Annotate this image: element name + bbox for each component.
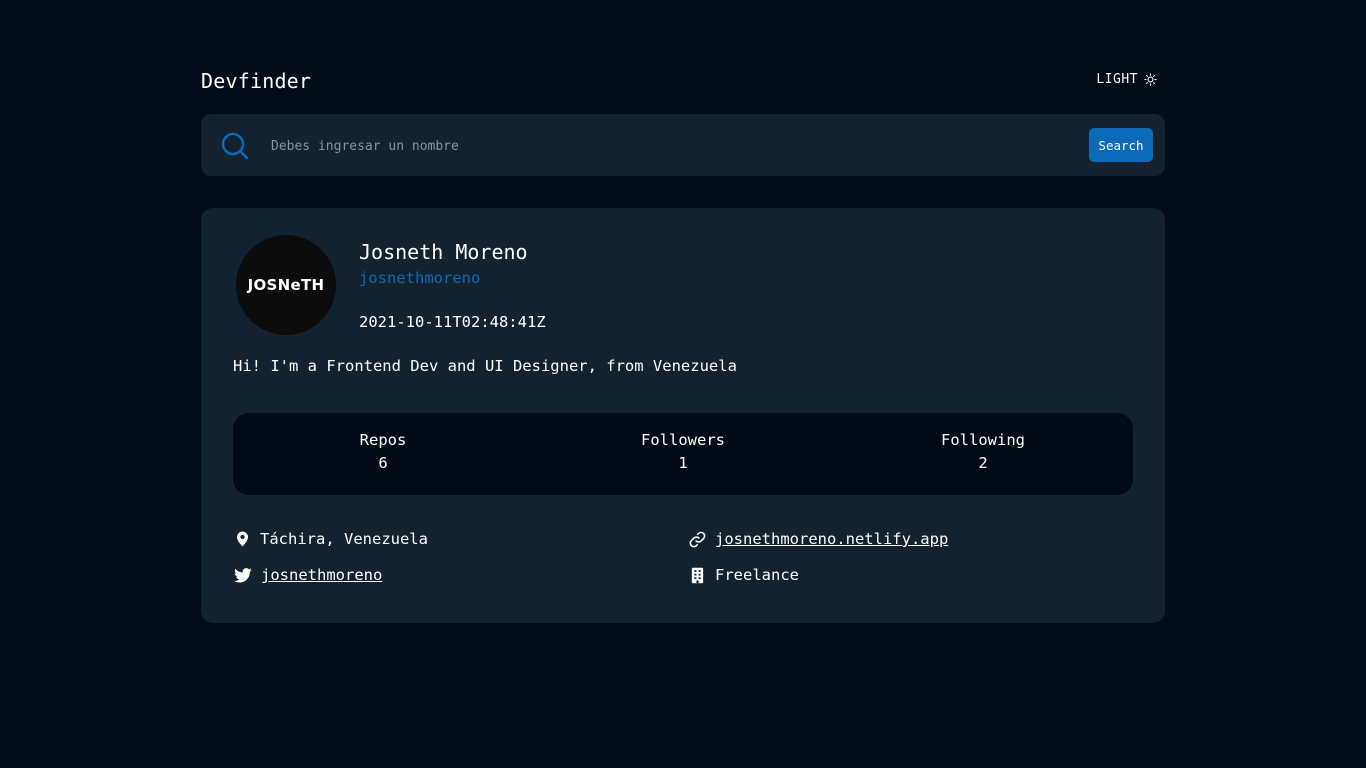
profile-login-link[interactable]: josnethmoreno (359, 269, 480, 287)
avatar: JOSNeTH (236, 235, 336, 335)
search-input[interactable] (269, 132, 1073, 160)
app-logo: Devfinder (201, 69, 312, 93)
profile-card: JOSNeTH Josneth Moreno josnethmoreno 202… (201, 208, 1165, 623)
link-icon (689, 531, 706, 548)
stat-following: Following 2 (833, 431, 1133, 472)
stat-value: 6 (378, 454, 388, 472)
stat-repos: Repos 6 (233, 431, 533, 472)
profile-created-date: 2021-10-11T02:48:41Z (359, 313, 546, 331)
stat-label: Repos (359, 431, 407, 449)
company-text: Freelance (715, 566, 799, 584)
theme-toggle-label: LIGHT (1096, 72, 1138, 87)
header: Devfinder LIGHT (201, 66, 1165, 98)
blog-link[interactable]: josnethmoreno.netlify.app (715, 530, 948, 548)
blog-item: josnethmoreno.netlify.app (689, 530, 948, 548)
stat-label: Followers (641, 431, 725, 449)
search-icon (221, 132, 249, 160)
stat-label: Following (941, 431, 1025, 449)
location-pin-icon (234, 530, 251, 548)
company-item: Freelance (689, 566, 799, 584)
search-bar: Search (201, 114, 1165, 176)
sun-icon (1144, 73, 1157, 86)
location-item: Táchira, Venezuela (234, 530, 428, 548)
location-text: Táchira, Venezuela (260, 530, 428, 548)
avatar-logo-text: JOSNeTH (247, 276, 325, 294)
twitter-link[interactable]: josnethmoreno (261, 566, 382, 584)
stat-followers: Followers 1 (533, 431, 833, 472)
search-button[interactable]: Search (1089, 128, 1153, 162)
profile-name: Josneth Moreno (359, 240, 528, 264)
building-icon (689, 567, 706, 584)
twitter-item: josnethmoreno (234, 566, 382, 584)
theme-toggle-button[interactable]: LIGHT (1096, 72, 1157, 87)
stats-panel: Repos 6 Followers 1 Following 2 (233, 413, 1133, 495)
profile-bio: Hi! I'm a Frontend Dev and UI Designer, … (233, 357, 737, 375)
stat-value: 2 (978, 454, 988, 472)
twitter-icon (234, 567, 252, 583)
stat-value: 1 (678, 454, 688, 472)
